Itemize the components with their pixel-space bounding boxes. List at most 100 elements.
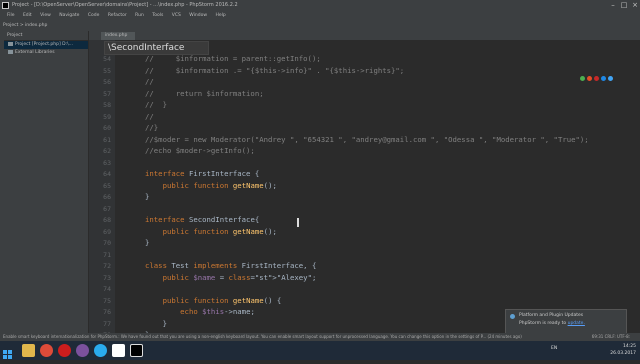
clock-date: 26.03.2017 [610, 351, 636, 356]
menu-item-code[interactable]: Code [88, 13, 100, 18]
status-message[interactable]: Enable smart keyboard internationalizati… [3, 333, 522, 341]
firefox-icon[interactable] [587, 76, 592, 81]
menu-item-vcs[interactable]: VCS [172, 13, 181, 18]
line-number: 74 [103, 285, 111, 293]
code-line: //echo $moder->getInfo(); [145, 146, 255, 155]
windows-start-icon[interactable] [3, 345, 13, 359]
line-number: 67 [103, 204, 111, 213]
line-number: 72 [103, 262, 111, 270]
menu-item-file[interactable]: File [7, 13, 15, 18]
ie-icon[interactable] [601, 76, 606, 81]
telegram-icon[interactable] [94, 344, 107, 357]
file-explorer-icon[interactable] [22, 344, 35, 357]
line-number: 76 [103, 308, 111, 316]
chrome-icon[interactable] [580, 76, 585, 81]
safari-icon[interactable] [608, 76, 613, 81]
line-number: 61 [103, 135, 111, 144]
menu-item-tools[interactable]: Tools [152, 13, 163, 18]
update-link[interactable]: update. [568, 321, 585, 326]
code-line: //$moder = new Moderator("Andrey ", "654… [145, 134, 589, 144]
menu-bar: File Edit View Navigate Code Refactor Ru… [0, 11, 640, 20]
line-number: 59 [103, 112, 111, 121]
navigation-path[interactable]: Project > index.php [3, 22, 47, 29]
external-libraries-label: External Libraries [15, 50, 55, 55]
open-server-icon[interactable] [112, 344, 125, 357]
maximize-icon[interactable]: □ [619, 0, 629, 11]
code-view[interactable]: // $information = parent::getInfo();// $… [115, 40, 640, 341]
code-line: public function getName(); [162, 226, 277, 236]
menu-item-view[interactable]: View [40, 13, 51, 18]
text-caret [297, 218, 299, 227]
line-number: 58 [103, 101, 111, 109]
line-number: 64 [103, 170, 111, 178]
code-line: // return $information; [145, 88, 264, 98]
code-line: // } [145, 100, 167, 109]
line-number: 65 [103, 181, 111, 190]
line-number: 55 [103, 66, 111, 75]
code-line: public function getName() { [162, 295, 282, 305]
language-indicator[interactable]: EN [551, 346, 557, 351]
close-icon[interactable]: × [630, 0, 640, 11]
line-number: 77 [103, 319, 111, 328]
system-clock[interactable]: 14:25 26.03.2017 [610, 343, 636, 357]
line-number: 68 [103, 216, 111, 224]
menu-item-run[interactable]: Run [135, 13, 144, 18]
minimize-icon[interactable]: – [608, 0, 618, 11]
line-number: 75 [103, 296, 111, 305]
code-line: // $information .= "{$this->info}" . "{$… [145, 65, 405, 75]
chrome-taskbar-icon[interactable] [40, 344, 53, 357]
notification-body: PhpStorm is ready to update. [519, 321, 585, 326]
window-title: Project - [D:\OpenServer\OpenServer\doma… [12, 2, 238, 8]
project-root-label: Project [Project.php] D:\... [15, 42, 73, 47]
code-line: // [145, 111, 154, 121]
code-line: echo $this->name; [180, 307, 255, 316]
code-line: public $name = class="st">"Alexey"; [162, 272, 317, 282]
taskbar: EN 14:25 26.03.2017 [0, 341, 640, 360]
toolbar-actions [562, 22, 632, 37]
code-line: class Test implements FirstInterface, { [145, 261, 317, 270]
opera-taskbar-icon[interactable] [58, 344, 71, 357]
line-number: 69 [103, 227, 111, 236]
line-number: 60 [103, 124, 111, 132]
status-bar: Enable smart keyboard internationalizati… [0, 333, 640, 341]
line-number: 56 [103, 78, 111, 86]
phpstorm-taskbar-icon[interactable] [130, 344, 143, 357]
code-line: public function getName(); [162, 180, 277, 190]
folder-icon [8, 41, 13, 46]
tab-label: index.php [105, 33, 128, 38]
update-notification[interactable]: Platform and Plugin Updates PhpStorm is … [505, 309, 627, 335]
line-number: 57 [103, 89, 111, 98]
line-gutter: 54 55 56 57 58 59 60 61 62 63 64 65 66 67 68 69 70 71 72 73… [89, 40, 115, 341]
code-line: interface SecondInterface{ [145, 215, 260, 224]
line-number: 63 [103, 158, 111, 167]
opera-icon[interactable] [594, 76, 599, 81]
line-number: 54 [103, 55, 111, 63]
menu-item-help[interactable]: Help [215, 13, 225, 18]
code-line: //} [145, 123, 159, 132]
browser-preview-icons [580, 66, 624, 81]
viber-icon[interactable] [76, 344, 89, 357]
project-panel: Project Project [Project.php] D:\... Ext… [4, 31, 89, 341]
notification-title: Platform and Plugin Updates [519, 313, 584, 318]
clock-time: 14:25 [623, 344, 636, 349]
code-line: } [145, 238, 150, 247]
external-libraries-item[interactable]: External Libraries [4, 49, 88, 57]
line-number: 62 [103, 147, 111, 155]
menu-item-edit[interactable]: Edit [23, 13, 32, 18]
code-line: } [145, 318, 167, 328]
editor-area: index.php 54 55 56 57 58 59 60 61 62 63 64 65 66 67 68… [89, 31, 640, 341]
code-line: // $information = parent::getInfo(); [145, 54, 321, 63]
breadcrumb[interactable]: \SecondInterface [104, 41, 209, 55]
editor-tabs: index.php [89, 31, 640, 40]
menu-item-window[interactable]: Window [189, 13, 207, 18]
code-line: } [145, 192, 150, 201]
status-info[interactable]: 69:31 CRLF: UTF-8: [592, 333, 630, 341]
project-panel-header[interactable]: Project [4, 31, 88, 41]
library-icon [8, 49, 13, 54]
project-root-item[interactable]: Project [Project.php] D:\... [4, 41, 88, 49]
menu-item-refactor[interactable]: Refactor [108, 13, 127, 18]
code-line: interface FirstInterface { [145, 169, 260, 178]
line-number: 73 [103, 273, 111, 282]
menu-item-navigate[interactable]: Navigate [59, 13, 79, 18]
tab-index-php[interactable]: index.php [101, 32, 136, 40]
